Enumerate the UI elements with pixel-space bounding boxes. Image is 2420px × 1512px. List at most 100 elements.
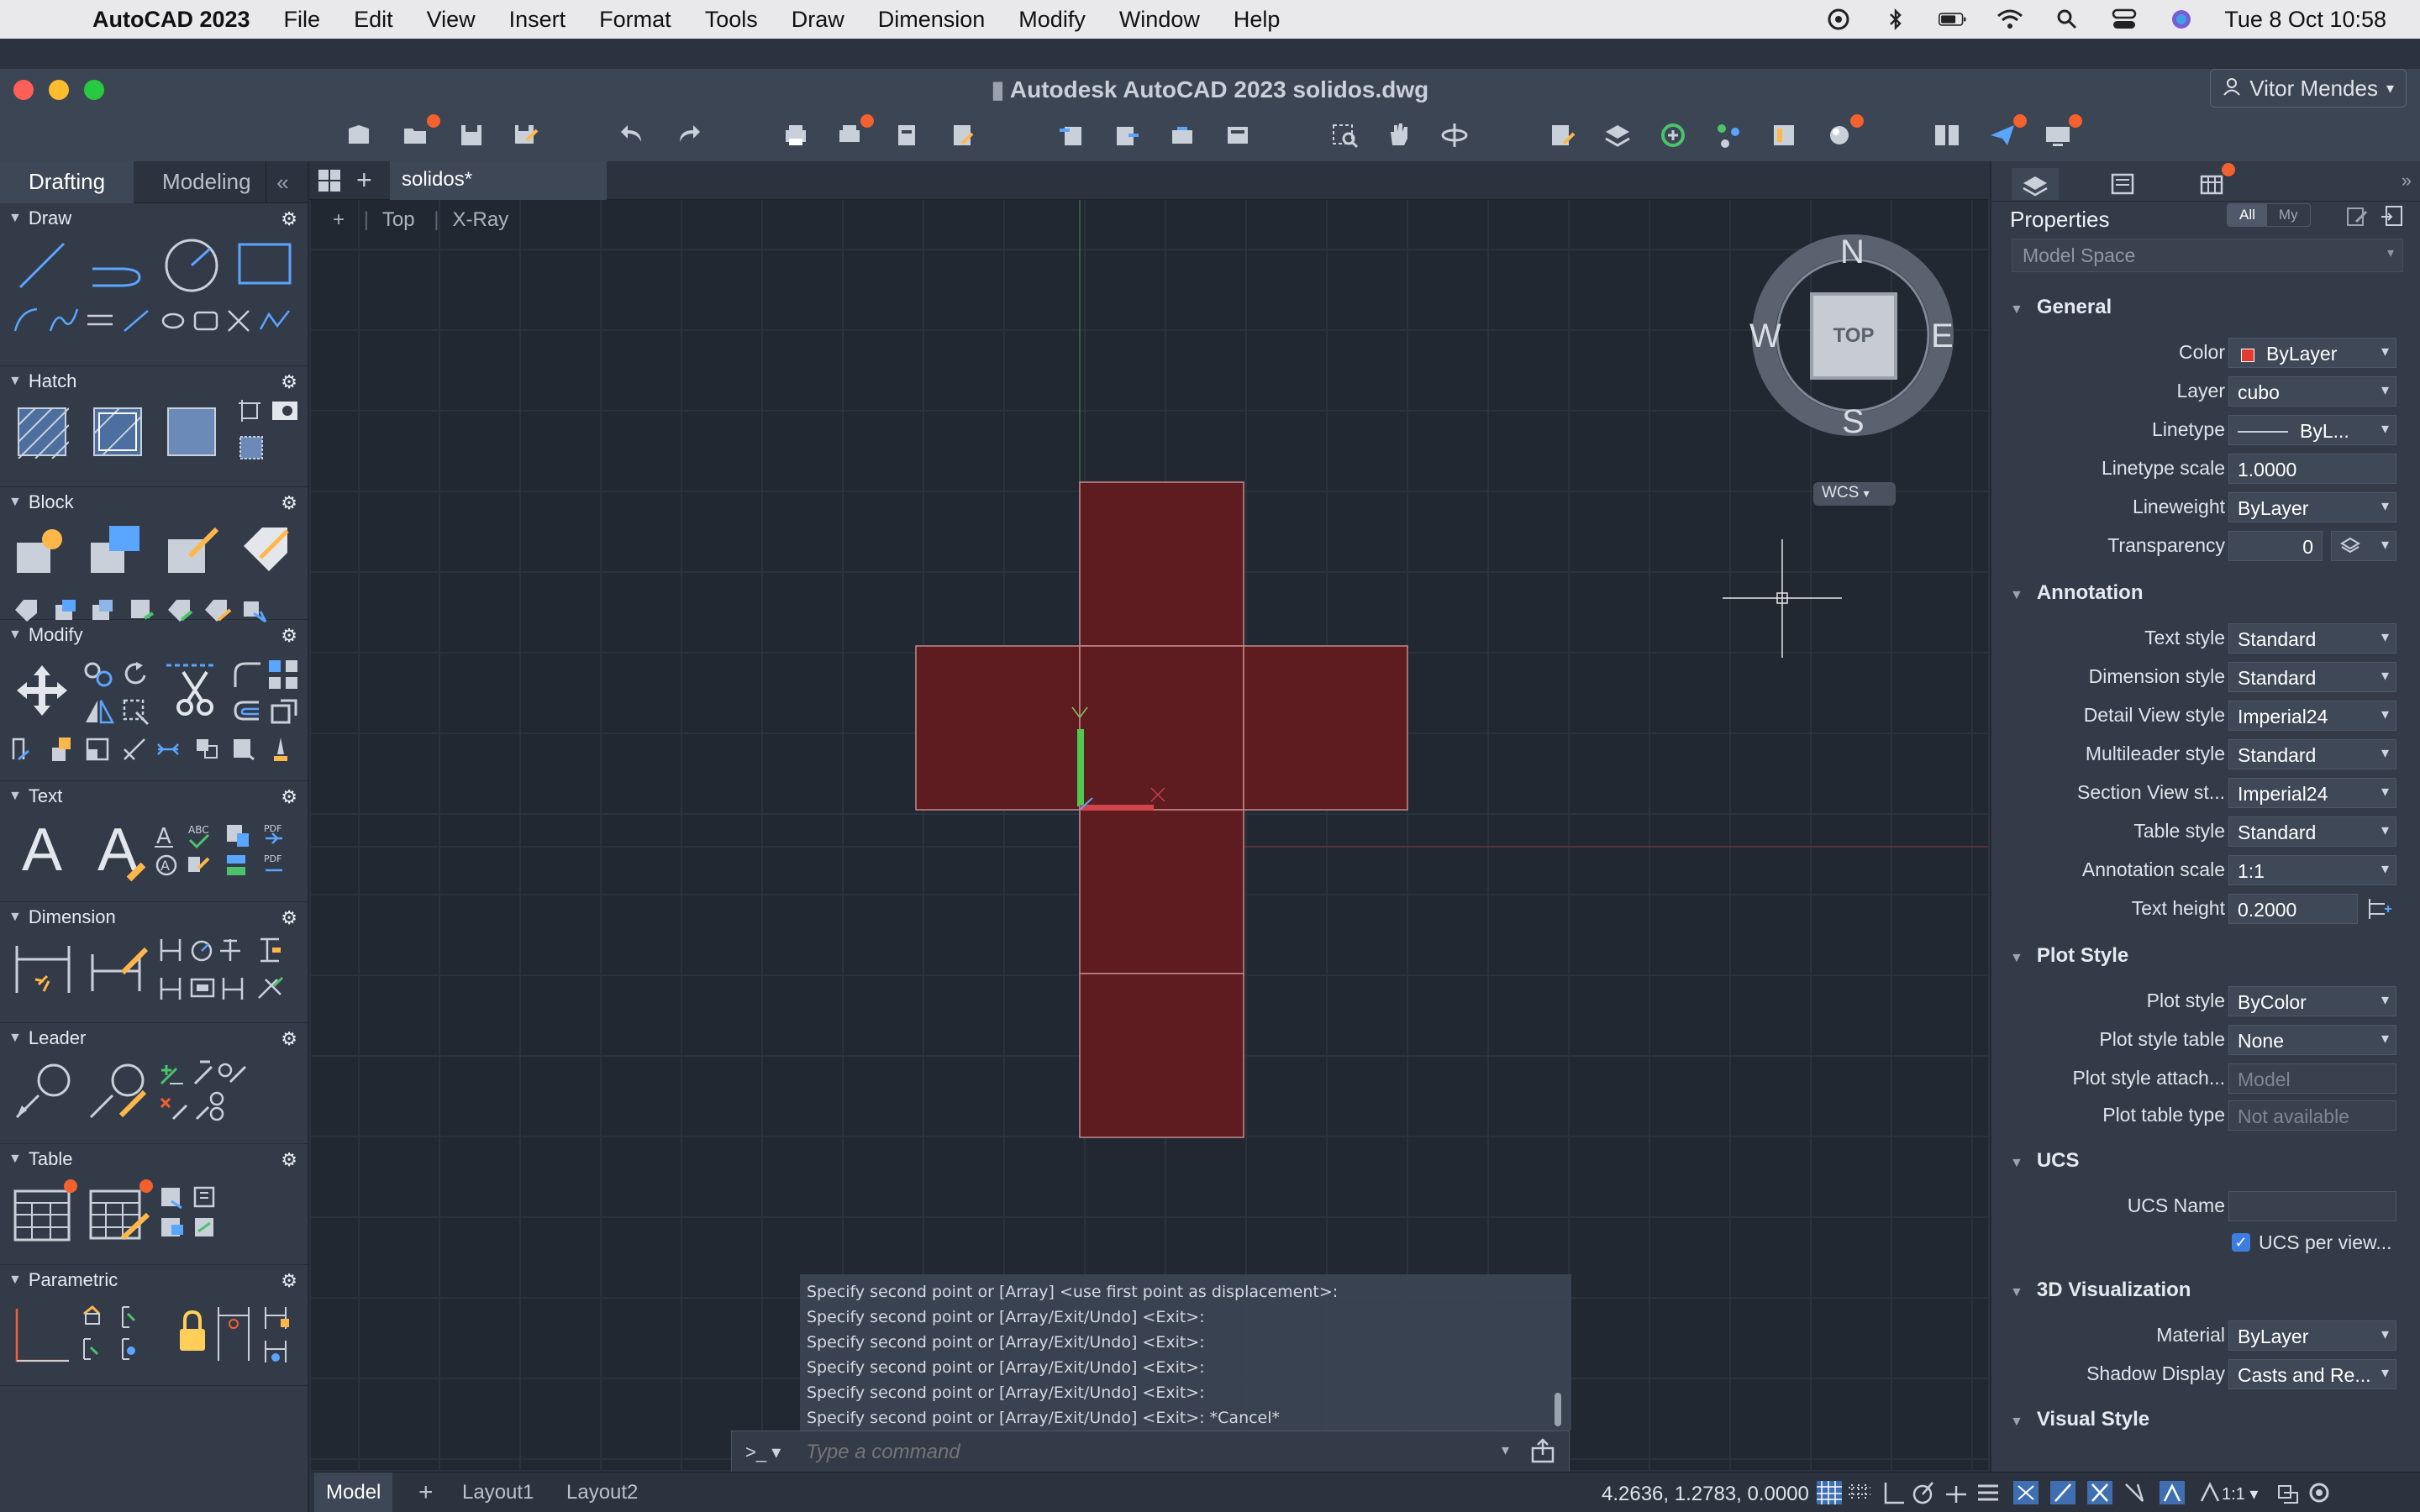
rectangle-tool-icon[interactable]	[237, 242, 292, 286]
multiline-text-icon[interactable]: A	[15, 816, 69, 884]
new-file-icon[interactable]	[343, 119, 375, 151]
move-tool-icon[interactable]	[13, 662, 71, 719]
wipeout-tool-icon[interactable]	[271, 398, 299, 423]
prop-linetype-dropdown[interactable]: ByL...	[2228, 415, 2396, 445]
gear-icon[interactable]: ⚙	[281, 371, 297, 393]
properties-tab-icon[interactable]	[2012, 168, 2059, 200]
wcs-menu[interactable]: WCS ▾	[1813, 482, 1896, 506]
prop-text-style-dropdown[interactable]: Standard	[2228, 623, 2396, 654]
layout-tab-model[interactable]: Model	[314, 1473, 393, 1512]
layout-tab-layout2[interactable]: Layout2	[555, 1473, 650, 1512]
section-header-block[interactable]: ▼ Block ⚙	[0, 487, 308, 517]
explode-tool-icon[interactable]	[267, 697, 299, 726]
menu-view[interactable]: View	[427, 7, 476, 33]
spotlight-search-icon[interactable]	[2053, 8, 2081, 30]
sheet-set-icon[interactable]	[1712, 119, 1744, 151]
zoom-window-icon[interactable]	[1329, 119, 1361, 151]
mirror-tool-icon[interactable]	[82, 697, 116, 726]
menu-app-name[interactable]: AutoCAD 2023	[92, 7, 250, 33]
compare-icon[interactable]	[1931, 119, 1963, 151]
group-annotation[interactable]: ▼ Annotation	[2010, 581, 2143, 605]
battery-icon[interactable]	[1939, 8, 1967, 30]
text-small-tools-grid[interactable]: A ABC PDF A PDF	[153, 820, 296, 879]
geometric-constraints-icon[interactable]	[77, 1302, 153, 1366]
prop-plot-style-dropdown[interactable]: ByColor	[2228, 986, 2396, 1016]
compass-east[interactable]: E	[1931, 318, 1954, 355]
layer-properties-icon[interactable]	[1602, 119, 1634, 151]
fillet-tool-icon[interactable]	[232, 660, 262, 689]
collapse-palette-icon[interactable]: «	[266, 161, 299, 203]
menu-draw[interactable]: Draw	[792, 7, 844, 33]
layers-tab-icon[interactable]	[2099, 168, 2146, 200]
redo-icon[interactable]	[672, 119, 704, 151]
prop-table-style-dropdown[interactable]: Standard	[2228, 816, 2396, 847]
prop-layer-dropdown[interactable]: cubo	[2228, 376, 2396, 407]
array-tool-icon[interactable]	[267, 659, 299, 690]
filter-my-button[interactable]: My	[2267, 204, 2310, 226]
share-command-icon[interactable]	[1530, 1438, 1555, 1463]
dimension-small-tools-grid[interactable]	[158, 936, 301, 1003]
start-tab-grid-icon[interactable]	[318, 169, 341, 192]
page-setup-icon[interactable]	[891, 119, 923, 151]
blocks-tab-icon[interactable]	[2188, 163, 2235, 200]
menu-insert[interactable]: Insert	[509, 7, 566, 33]
pan-hand-icon[interactable]	[1383, 119, 1415, 151]
group-plot-style[interactable]: ▼ Plot Style	[2010, 944, 2128, 968]
section-header-hatch[interactable]: ▼ Hatch ⚙	[0, 366, 308, 396]
command-history-scrollbar[interactable]	[1555, 1393, 1561, 1426]
plot-icon[interactable]	[780, 119, 812, 151]
region-tool-icon[interactable]	[237, 398, 262, 423]
command-input[interactable]	[806, 1440, 1394, 1465]
section-header-modify[interactable]: ▼ Modify ⚙	[0, 620, 308, 650]
group-visual-style[interactable]: ▼ Visual Style	[2010, 1408, 2149, 1431]
siri-icon[interactable]	[2167, 8, 2196, 30]
undo-icon[interactable]	[617, 119, 649, 151]
prop-plot-style-table-dropdown[interactable]: None	[2228, 1025, 2396, 1055]
bluetooth-icon[interactable]	[1881, 8, 1910, 31]
line-tool-icon[interactable]	[15, 239, 69, 292]
gear-icon[interactable]: ⚙	[281, 625, 297, 647]
import-icon[interactable]	[1055, 119, 1087, 151]
gear-icon[interactable]: ⚙	[281, 208, 297, 230]
dimensional-constraints-icon[interactable]	[215, 1304, 299, 1366]
table-small-tools-grid[interactable]	[158, 1184, 225, 1245]
single-line-text-icon[interactable]: A	[87, 816, 148, 884]
control-center-icon[interactable]	[2110, 8, 2139, 30]
prop-detail-view-style-dropdown[interactable]: Imperial24	[2228, 701, 2396, 731]
publish-icon[interactable]	[946, 119, 978, 151]
transparency-options-dropdown[interactable]	[2331, 531, 2396, 561]
prop-material-dropdown[interactable]: ByLayer	[2228, 1320, 2396, 1351]
table-style-icon[interactable]	[89, 1179, 153, 1242]
viewcube-face-top[interactable]: TOP	[1810, 292, 1897, 380]
tab-drafting[interactable]: Drafting	[0, 160, 134, 203]
share-drawing-icon[interactable]	[1166, 119, 1198, 151]
constraint-lock-icon[interactable]	[178, 1310, 207, 1352]
layout-tab-layout1[interactable]: Layout1	[450, 1473, 545, 1512]
offset-tool-icon[interactable]	[232, 697, 262, 726]
xref-icon[interactable]	[1657, 119, 1689, 151]
group-ucs[interactable]: ▼ UCS	[2010, 1149, 2080, 1173]
gear-icon[interactable]: ⚙	[281, 786, 297, 808]
menu-modify[interactable]: Modify	[1018, 7, 1086, 33]
selection-dropdown[interactable]: Model Space ▾	[2012, 239, 2403, 272]
compass-south[interactable]: S	[1842, 403, 1865, 441]
menu-clock[interactable]: Tue 8 Oct 10:58	[2224, 7, 2386, 33]
polyline-tool-icon[interactable]	[87, 239, 146, 292]
menu-window[interactable]: Window	[1119, 7, 1200, 33]
quick-dimension-icon[interactable]	[89, 942, 148, 998]
display-settings-icon[interactable]	[2042, 114, 2082, 151]
create-block-icon[interactable]	[13, 522, 71, 576]
prop-text-height-field[interactable]: 0.2000	[2228, 894, 2358, 924]
command-prompt-icon[interactable]: >_ ▾	[745, 1441, 781, 1463]
render-icon[interactable]	[1823, 114, 1864, 151]
cursor-coordinates[interactable]: 4.2636, 1.2783, 0.0000	[1602, 1483, 1809, 1506]
group-3d-visualization[interactable]: ▼ 3D Visualization	[2010, 1278, 2191, 1302]
menu-tools[interactable]: Tools	[705, 7, 758, 33]
wifi-icon[interactable]	[1996, 8, 2024, 30]
open-file-icon[interactable]	[400, 114, 440, 151]
attribute-definition-icon[interactable]	[237, 521, 294, 578]
menu-file[interactable]: File	[284, 7, 321, 33]
share-icon[interactable]	[1986, 114, 2027, 151]
section-header-parametric[interactable]: ▼ Parametric ⚙	[0, 1265, 308, 1295]
section-header-leader[interactable]: ▼ Leader ⚙	[0, 1023, 308, 1053]
